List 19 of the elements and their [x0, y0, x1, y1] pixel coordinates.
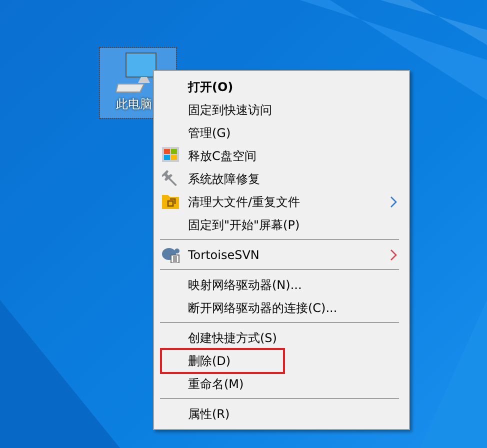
menu-item[interactable]: 创建快捷方式(S) [188, 330, 277, 346]
turtle-icon [162, 246, 180, 263]
menu-item[interactable]: 管理(G) [188, 124, 231, 140]
menu-item[interactable]: 映射网络驱动器(N)... [188, 276, 302, 292]
menu-item[interactable]: 删除(D) [162, 350, 283, 372]
menu-item[interactable]: 固定到快速访问 [188, 102, 272, 118]
windows-tiles-icon [162, 147, 179, 162]
menu-item[interactable]: 打开(O) [188, 78, 234, 94]
menu-item[interactable]: 属性(R) [188, 406, 230, 422]
menu-item[interactable]: 清理大文件/重复文件 [188, 194, 300, 210]
menu-item[interactable]: 固定到"开始"屏幕(P) [188, 216, 300, 232]
menu-item[interactable]: 释放C盘空间 [188, 148, 256, 164]
menu-item[interactable]: 断开网络驱动器的连接(C)... [188, 300, 338, 316]
icon-label: 此电脑 [116, 96, 152, 113]
menu-item[interactable]: 系统故障修复 [188, 170, 260, 186]
menu-item[interactable]: 重命名(M) [188, 376, 244, 392]
menu-item[interactable]: TortoiseSVN [188, 246, 260, 262]
folder-icon [162, 193, 179, 209]
wrench-icon [162, 170, 178, 186]
